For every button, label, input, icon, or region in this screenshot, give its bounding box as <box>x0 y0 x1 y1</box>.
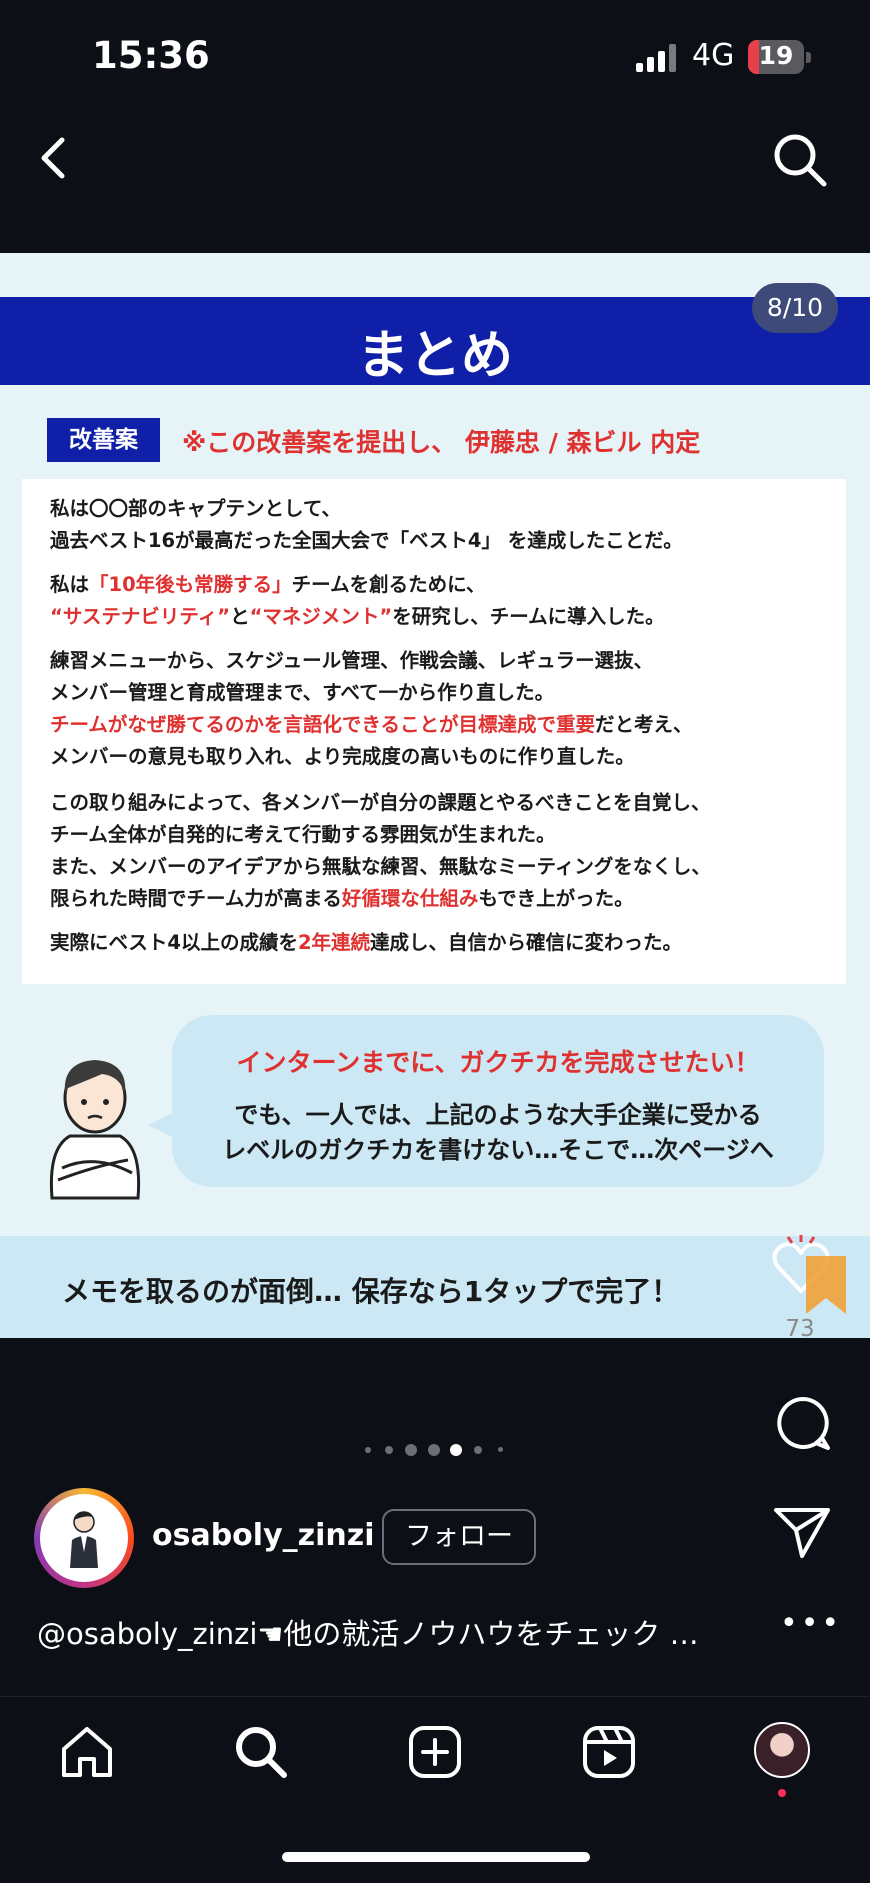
search-nav-icon[interactable] <box>232 1723 290 1781</box>
card-line: この取り組みによって、各メンバーが自分の課題とやるべきことを自覚し、 <box>50 791 711 814</box>
banner-title: まとめ <box>356 326 513 386</box>
card-line: 私は「10年後も常勝する」チームを創るために、 <box>50 573 486 596</box>
card-line: また、メンバーのアイデアから無駄な練習、無駄なミーティングをなくし、 <box>50 855 711 878</box>
carousel-dot <box>405 1444 417 1456</box>
profile-avatar[interactable] <box>754 1722 810 1778</box>
card-line: チーム全体が自発的に考えて行動する雰囲気が生まれた。 <box>50 823 556 846</box>
carousel-dot <box>474 1446 482 1454</box>
content-card: 私は〇〇部のキャプテンとして、 過去ベスト16が最高だった全国大会で「ベスト4」… <box>22 479 846 984</box>
card-line: メンバー管理と育成管理まで、すべて一から作り直した。 <box>50 681 555 704</box>
signal-icon <box>636 44 678 72</box>
card-line: チームがなぜ勝てるのかを言語化できることが目標達成で重要だと考え、 <box>50 713 693 736</box>
home-indicator <box>282 1852 590 1862</box>
thinking-person-illustration <box>49 1060 141 1200</box>
post-image[interactable]: まとめ 8/10 改善案 ※この改善案を提出し、 伊藤忠 / 森ビル 内定 私は… <box>0 253 870 1338</box>
status-time: 15:36 <box>92 34 210 77</box>
reels-icon[interactable] <box>580 1723 638 1781</box>
create-post-icon[interactable] <box>406 1723 464 1781</box>
more-options-icon[interactable]: ••• <box>780 1606 839 1642</box>
notification-dot <box>778 1789 786 1797</box>
battery-icon: 19 <box>748 40 804 74</box>
carousel-dot-active <box>450 1444 462 1456</box>
carousel-dot <box>365 1447 371 1453</box>
battery-level: 19 <box>758 41 794 70</box>
follow-button[interactable]: フォロー <box>382 1509 536 1565</box>
home-icon[interactable] <box>58 1723 116 1781</box>
bubble-text: レベルのガクチカを書けない…そこで…次ページへ <box>222 1136 774 1164</box>
avatar-person-icon <box>70 1511 98 1568</box>
search-icon[interactable] <box>770 130 830 190</box>
carousel-dot <box>498 1447 503 1452</box>
card-line: 練習メニューから、スケジュール管理、作戦会議、レギュラー選抜、 <box>50 649 654 672</box>
page-counter: 8/10 <box>752 283 838 333</box>
like-count: 73 <box>785 1316 815 1342</box>
battery-cap <box>806 52 811 63</box>
network-type: 4G <box>692 38 735 73</box>
carousel-dot <box>385 1446 393 1454</box>
author-username[interactable]: osaboly_zinzi <box>152 1518 374 1553</box>
card-line: 実際にベスト4以上の成績を2年連続達成し、自信から確信に変わった。 <box>50 931 683 954</box>
carousel-dots <box>0 1440 870 1460</box>
card-line: メンバーの意見も取り入れ、より完成度の高いものに作り直した。 <box>50 745 635 768</box>
bubble-headline: インターンまでに、ガクチカを完成させたい！ <box>236 1048 760 1077</box>
carousel-dot <box>428 1444 440 1456</box>
card-line: 私は〇〇部のキャプテンとして、 <box>50 497 341 520</box>
card-line: 限られた時間でチーム力が高まる好循環な仕組みもでき上がった。 <box>50 887 634 910</box>
memo-text: メモを取るのが面倒… 保存なら1タップで完了！ <box>62 1275 680 1308</box>
card-line: “サステナビリティ”と“マネジメント”を研究し、チームに導入した。 <box>50 605 665 628</box>
tag-note: ※この改善案を提出し、 伊藤忠 / 森ビル 内定 <box>182 428 701 457</box>
post-caption[interactable]: @osaboly_zinzi☚他の就活ノウハウをチェック … <box>37 1611 699 1653</box>
card-line: 過去ベスト16が最高だった全国大会で「ベスト4」 を達成したことだ。 <box>50 529 683 552</box>
bubble-text: でも、一人では、上記のような大手企業に受かる <box>234 1101 762 1129</box>
improvement-tag: 改善案 <box>47 418 160 462</box>
back-icon[interactable] <box>30 130 80 186</box>
share-icon[interactable] <box>772 1502 832 1562</box>
bookmark-sticker-icon <box>806 1256 846 1314</box>
